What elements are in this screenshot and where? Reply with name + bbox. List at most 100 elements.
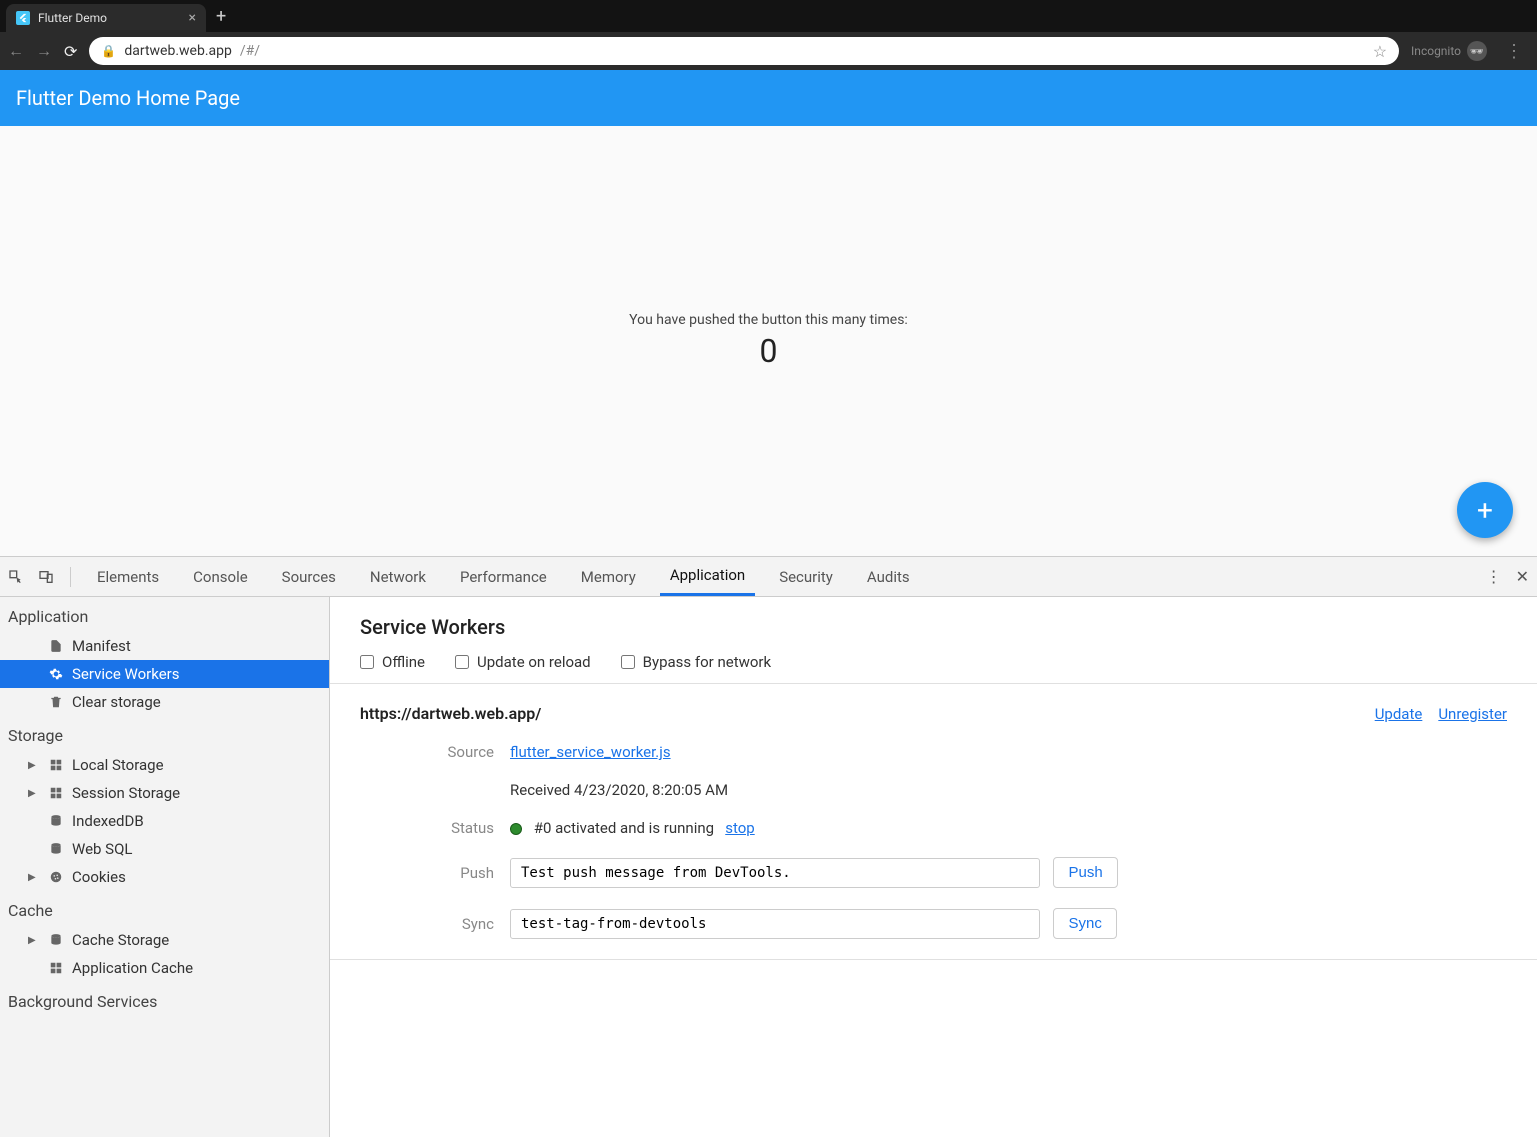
devtools-more-icon[interactable]: ⋮ [1486,567,1502,586]
sidebar-item-label: Service Workers [72,665,179,683]
inspect-element-icon[interactable] [8,569,24,585]
grid-icon [48,758,64,772]
sidebar-item-cache-storage[interactable]: ▶Cache Storage [0,926,329,954]
sw-origin: https://dartweb.web.app/ [360,704,541,723]
url-path: /#/ [240,43,260,59]
nav-bar: ← → ⟳ 🔒 dartweb.web.app/#/ ☆ Incognito 🕶… [0,32,1537,70]
offline-checkbox[interactable]: Offline [360,653,425,671]
sidebar-item-label: Local Storage [72,756,164,774]
sync-button[interactable]: Sync [1053,908,1116,939]
app-bar: Flutter Demo Home Page [0,70,1537,126]
devtools-sidebar: Application Manifest Service Workers Clear … [0,597,330,1137]
sidebar-item-cookies[interactable]: ▶Cookies [0,863,329,891]
sidebar-section-background-services: Background Services [0,982,329,1017]
status-text: #0 activated and is running [534,819,714,837]
chrome-menu-icon[interactable]: ⋮ [1499,41,1529,62]
update-reload-checkbox[interactable]: Update on reload [455,653,591,671]
file-icon [48,639,64,653]
source-label: Source [360,743,510,761]
db-icon [48,814,64,828]
tab-title: Flutter Demo [38,11,107,25]
update-reload-checkbox-input[interactable] [455,655,469,669]
grid-icon [48,961,64,975]
sidebar-item-label: Clear storage [72,693,161,711]
sidebar-item-application-cache[interactable]: Application Cache [0,954,329,982]
sidebar-item-web-sql[interactable]: Web SQL [0,835,329,863]
bypass-network-checkbox[interactable]: Bypass for network [621,653,771,671]
incognito-indicator[interactable]: Incognito 🕶 [1411,41,1487,61]
close-tab-icon[interactable]: × [189,10,196,26]
forward-button[interactable]: → [36,41,52,61]
update-link[interactable]: Update [1375,705,1423,723]
app-body: You have pushed the button this many tim… [0,126,1537,556]
bypass-network-label: Bypass for network [643,653,771,671]
sidebar-item-indexeddb[interactable]: IndexedDB [0,807,329,835]
gear-icon [48,667,64,681]
push-button[interactable]: Push [1053,857,1117,888]
tab-strip: Flutter Demo × + [0,0,1537,32]
devtools-tab-console[interactable]: Console [183,557,258,596]
push-label: Push [360,864,510,882]
counter-value: 0 [760,332,778,370]
received-text: Received 4/23/2020, 8:20:05 AM [510,781,728,799]
sidebar-item-label: Application Cache [72,959,193,977]
db-icon [48,842,64,856]
offline-label: Offline [382,653,425,671]
devtools-tab-security[interactable]: Security [769,557,843,596]
counter-message: You have pushed the button this many tim… [629,312,908,328]
disclosure-arrow-icon: ▶ [28,788,40,799]
toggle-device-icon[interactable] [38,569,54,585]
stop-link[interactable]: stop [725,819,754,837]
disclosure-arrow-icon: ▶ [28,935,40,946]
lock-icon: 🔒 [101,44,116,58]
address-bar[interactable]: 🔒 dartweb.web.app/#/ ☆ [89,37,1399,65]
flutter-favicon-icon [16,11,30,25]
devtools-close-icon[interactable]: ✕ [1516,567,1529,586]
disclosure-arrow-icon: ▶ [28,760,40,771]
devtools-tab-audits[interactable]: Audits [857,557,920,596]
status-dot-icon [510,823,522,835]
sync-input[interactable] [510,909,1040,939]
sidebar-section-storage: Storage [0,716,329,751]
devtools-tab-sources[interactable]: Sources [272,557,346,596]
bypass-network-checkbox-input[interactable] [621,655,635,669]
fab-add-button[interactable]: + [1457,482,1513,538]
sidebar-item-session-storage[interactable]: ▶Session Storage [0,779,329,807]
sidebar-item-service-workers[interactable]: Service Workers [0,660,329,688]
disclosure-arrow-icon: ▶ [28,872,40,883]
offline-checkbox-input[interactable] [360,655,374,669]
plus-icon: + [1477,494,1493,527]
reload-button[interactable]: ⟳ [64,42,77,61]
browser-tab[interactable]: Flutter Demo × [6,4,206,32]
bookmark-star-icon[interactable]: ☆ [1373,42,1387,61]
devtools-tab-network[interactable]: Network [360,557,436,596]
sidebar-item-label: Manifest [72,637,131,655]
devtools-tab-performance[interactable]: Performance [450,557,557,596]
sidebar-item-clear-storage[interactable]: Clear storage [0,688,329,716]
devtools-tab-memory[interactable]: Memory [571,557,646,596]
app-viewport: Flutter Demo Home Page You have pushed t… [0,70,1537,556]
incognito-icon: 🕶 [1467,41,1487,61]
incognito-label: Incognito [1411,44,1461,58]
unregister-link[interactable]: Unregister [1438,705,1507,723]
new-tab-button[interactable]: + [216,6,226,27]
sidebar-item-label: IndexedDB [72,812,144,830]
push-input[interactable] [510,858,1040,888]
panel-title: Service Workers [360,615,1507,639]
browser-chrome: Flutter Demo × + ← → ⟳ 🔒 dartweb.web.app… [0,0,1537,70]
devtools-panel: Elements Console Sources Network Performance… [0,556,1537,1137]
sidebar-item-manifest[interactable]: Manifest [0,632,329,660]
sidebar-item-label: Web SQL [72,840,132,858]
devtools-tab-elements[interactable]: Elements [87,557,169,596]
back-button[interactable]: ← [8,41,24,61]
devtools-tab-application[interactable]: Application [660,557,755,596]
status-label: Status [360,819,510,837]
sidebar-section-application: Application [0,597,329,632]
sidebar-item-local-storage[interactable]: ▶ Local Storage [0,751,329,779]
trash-icon [48,695,64,709]
update-reload-label: Update on reload [477,653,591,671]
divider [70,567,71,587]
app-title: Flutter Demo Home Page [16,86,240,110]
grid-icon [48,786,64,800]
source-file-link[interactable]: flutter_service_worker.js [510,743,671,761]
